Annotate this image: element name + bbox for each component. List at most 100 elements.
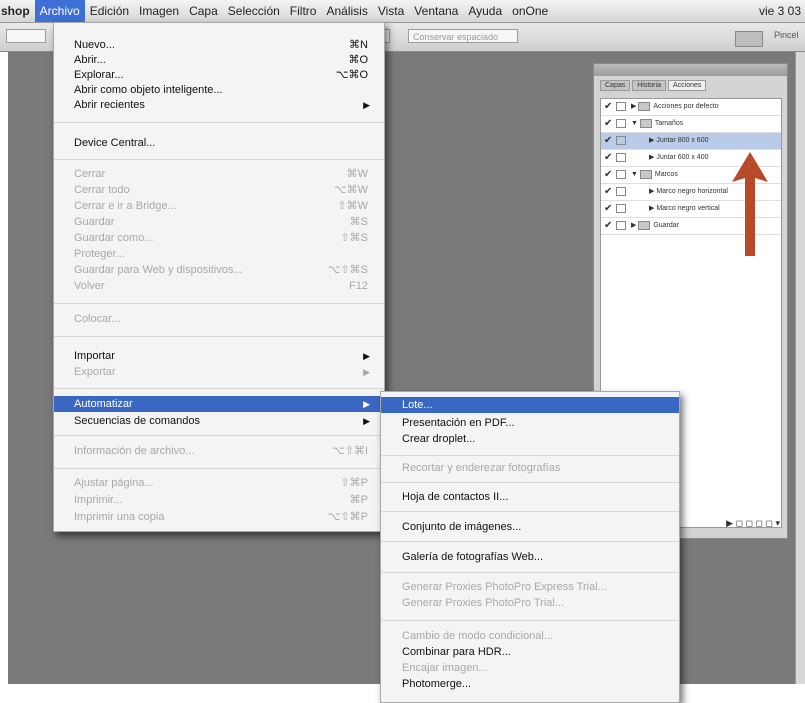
menu-item-label: Combinar para HDR...	[402, 646, 511, 658]
submenu-item-proxies-express[interactable]: Generar Proxies PhotoPro Express Trial..…	[381, 579, 679, 595]
menu-item-colocar[interactable]: Colocar...	[54, 311, 384, 327]
action-row[interactable]: ✔ ▼ Tamaños	[601, 116, 781, 133]
submenu-item-presentacion-pdf[interactable]: Presentación en PDF...	[381, 415, 679, 431]
menu-edicion[interactable]: Edición	[85, 0, 134, 22]
dialog-toggle-icon[interactable]	[616, 187, 626, 196]
menu-item-abrir[interactable]: Abrir... ⌘O	[54, 52, 384, 68]
options-field-left[interactable]	[6, 29, 46, 43]
submenu-arrow-icon: ▶	[363, 351, 370, 361]
menu-onone[interactable]: onOne	[507, 0, 553, 22]
dialog-toggle-icon[interactable]	[616, 170, 626, 179]
menu-item-shortcut: ⌘O	[348, 54, 368, 66]
check-icon[interactable]: ✔	[604, 167, 612, 183]
menu-item-importar[interactable]: Importar ▶	[54, 348, 384, 364]
menu-ventana[interactable]: Ventana	[409, 0, 463, 22]
tab-historia[interactable]: Historia	[632, 80, 666, 91]
submenu-item-hoja-contactos[interactable]: Hoja de contactos II...	[381, 489, 679, 505]
menu-vista[interactable]: Vista	[373, 0, 409, 22]
menu-item-ajustar-pagina[interactable]: Ajustar página... ⇧⌘P	[54, 475, 384, 491]
menu-item-informacion-archivo[interactable]: Información de archivo... ⌥⇧⌘I	[54, 443, 384, 459]
dialog-toggle-icon[interactable]	[616, 221, 626, 230]
action-row[interactable]: ✔ ▶ Juntar 800 x 600	[601, 133, 781, 150]
panel-tabs: Capas Historia Acciones	[594, 76, 787, 91]
menu-seleccion[interactable]: Selección	[223, 0, 285, 22]
menu-item-cerrar[interactable]: Cerrar ⌘W	[54, 166, 384, 182]
submenu-item-crear-droplet[interactable]: Crear droplet...	[381, 431, 679, 447]
menu-item-imprimir-copia[interactable]: Imprimir una copia ⌥⇧⌘P	[54, 509, 384, 525]
menu-item-explorar[interactable]: Explorar... ⌥⌘O	[54, 67, 384, 83]
menu-item-secuencias-comandos[interactable]: Secuencias de comandos ▶	[54, 413, 384, 429]
check-icon[interactable]: ✔	[604, 99, 612, 115]
submenu-item-recortar-enderezar[interactable]: Recortar y enderezar fotografías	[381, 460, 679, 476]
app-menu[interactable]: shop	[0, 0, 35, 22]
submenu-item-galeria-web[interactable]: Galería de fotografías Web...	[381, 549, 679, 565]
menu-bar: shop Archivo Edición Imagen Capa Selecci…	[0, 0, 805, 23]
dialog-toggle-icon[interactable]	[616, 204, 626, 213]
check-icon[interactable]: ✔	[604, 218, 612, 234]
menu-item-volver[interactable]: Volver F12	[54, 278, 384, 294]
tab-capas[interactable]: Capas	[600, 80, 631, 91]
menu-item-proteger[interactable]: Proteger...	[54, 246, 384, 262]
menu-separator	[54, 388, 384, 389]
menu-item-abrir-recientes[interactable]: Abrir recientes ▶	[54, 97, 384, 113]
menu-item-shortcut: ⌥⌘O	[335, 69, 368, 81]
dialog-toggle-icon[interactable]	[616, 102, 626, 111]
menu-item-cerrar-todo[interactable]: Cerrar todo ⌥⌘W	[54, 182, 384, 198]
menu-item-label: Device Central...	[74, 137, 156, 149]
action-row-label: Tamaños	[654, 120, 684, 127]
menu-capa[interactable]: Capa	[184, 0, 223, 22]
tab-acciones[interactable]: Acciones	[667, 80, 707, 91]
menu-item-shortcut: ⇧⌘W	[337, 200, 368, 212]
options-field-right[interactable]: Conservar espaciado	[408, 29, 518, 43]
menubar-clock: vie 3 03	[758, 4, 801, 18]
menu-item-shortcut: ⌥⇧⌘P	[327, 511, 368, 523]
menu-item-device-central[interactable]: Device Central...	[54, 135, 384, 151]
submenu-arrow-icon: ▶	[363, 399, 370, 409]
camera-icon[interactable]	[735, 31, 763, 47]
submenu-item-proxies-trial[interactable]: Generar Proxies PhotoPro Trial...	[381, 595, 679, 611]
menu-archivo[interactable]: Archivo	[34, 0, 85, 22]
menu-filtro[interactable]: Filtro	[285, 0, 322, 22]
menu-item-automatizar[interactable]: Automatizar ▶	[54, 396, 384, 412]
menu-separator	[381, 455, 679, 456]
menu-item-exportar[interactable]: Exportar ▶	[54, 364, 384, 380]
menu-separator	[54, 336, 384, 337]
menu-item-label: Explorar...	[74, 69, 124, 81]
menu-item-label: Guardar como...	[74, 232, 154, 244]
submenu-item-lote[interactable]: Lote...	[381, 397, 679, 413]
dialog-toggle-icon[interactable]	[616, 136, 626, 145]
dialog-toggle-icon[interactable]	[616, 153, 626, 162]
menu-analisis[interactable]: Análisis	[321, 0, 372, 22]
check-icon[interactable]: ✔	[604, 133, 612, 149]
menu-item-guardar-web[interactable]: Guardar para Web y dispositivos... ⌥⇧⌘S	[54, 262, 384, 278]
menu-imagen[interactable]: Imagen	[134, 0, 184, 22]
menu-item-label: Galería de fotografías Web...	[402, 551, 544, 563]
panel-titlebar[interactable]	[594, 64, 787, 76]
menu-separator	[381, 482, 679, 483]
menu-item-guardar[interactable]: Guardar ⌘S	[54, 214, 384, 230]
check-icon[interactable]: ✔	[604, 116, 612, 132]
check-icon[interactable]: ✔	[604, 150, 612, 166]
action-row-label: Guardar	[653, 222, 680, 229]
submenu-item-combinar-hdr[interactable]: Combinar para HDR...	[381, 644, 679, 660]
submenu-item-conjunto-imagenes[interactable]: Conjunto de imágenes...	[381, 519, 679, 535]
menu-item-label: Información de archivo...	[74, 445, 195, 457]
menu-item-nuevo[interactable]: Nuevo... ⌘N	[54, 37, 384, 53]
menu-item-imprimir[interactable]: Imprimir... ⌘P	[54, 492, 384, 508]
menu-ayuda[interactable]: Ayuda	[463, 0, 507, 22]
action-row[interactable]: ✔ ▶ Acciones por defecto	[601, 99, 781, 116]
check-icon[interactable]: ✔	[604, 184, 612, 200]
menu-item-label: Nuevo...	[74, 39, 115, 51]
menu-item-abrir-objeto-inteligente[interactable]: Abrir como objeto inteligente...	[54, 82, 384, 98]
submenu-item-encajar-imagen[interactable]: Encajar imagen...	[381, 660, 679, 676]
menu-item-guardar-como[interactable]: Guardar como... ⇧⌘S	[54, 230, 384, 246]
submenu-item-photomerge[interactable]: Photomerge...	[381, 676, 679, 692]
menu-item-label: Generar Proxies PhotoPro Trial...	[402, 597, 565, 609]
menu-item-label: Automatizar	[74, 398, 133, 410]
menu-item-cerrar-bridge[interactable]: Cerrar e ir a Bridge... ⇧⌘W	[54, 198, 384, 214]
check-icon[interactable]: ✔	[604, 201, 612, 217]
dialog-toggle-icon[interactable]	[616, 119, 626, 128]
menu-item-label: Abrir como objeto inteligente...	[74, 84, 223, 96]
menu-item-shortcut: ⌥⌘W	[333, 184, 368, 196]
submenu-item-cambio-modo[interactable]: Cambio de modo condicional...	[381, 628, 679, 644]
